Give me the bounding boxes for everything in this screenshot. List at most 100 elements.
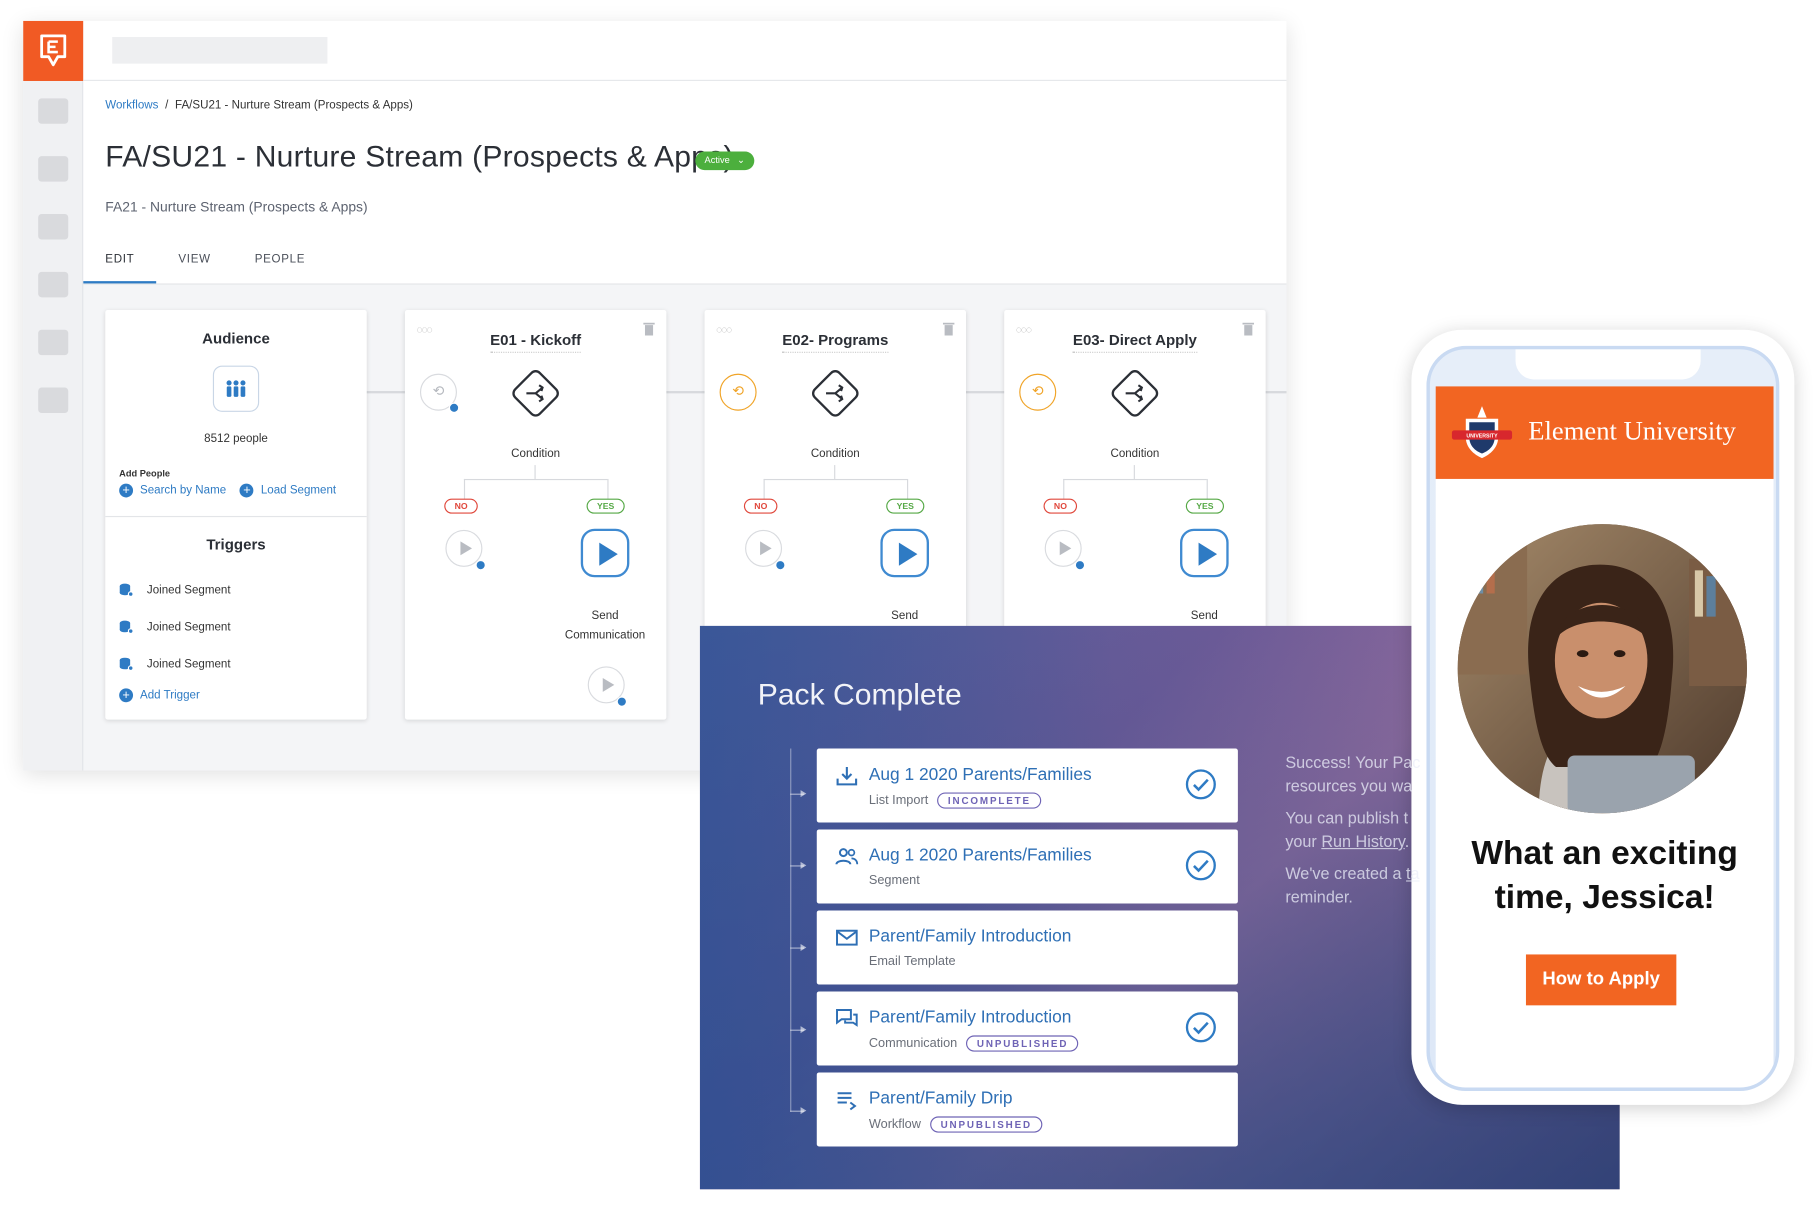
trigger-item[interactable]: Joined Segment <box>119 657 231 672</box>
sidebar-nav-item[interactable] <box>37 214 68 240</box>
pack-item[interactable]: Aug 1 2020 Parents/Families Segment <box>816 829 1238 904</box>
database-icon <box>119 620 134 634</box>
sidebar-nav-item[interactable] <box>37 156 68 182</box>
delay-timer-button[interactable]: ⟲ <box>1019 373 1057 411</box>
svg-text:UNIVERSITY: UNIVERSITY <box>1466 433 1498 439</box>
yes-branch-pill[interactable]: YES <box>886 498 925 514</box>
list-icon <box>837 1092 857 1111</box>
condition-node[interactable] <box>1107 366 1163 422</box>
sidebar-nav-item[interactable] <box>37 98 68 124</box>
greeting-text: What an exciting time, Jessica! <box>1436 832 1774 920</box>
pack-item[interactable]: Aug 1 2020 Parents/Families List Import … <box>816 748 1238 823</box>
branch-line <box>1206 478 1208 500</box>
task-link[interactable]: ta <box>1406 864 1420 883</box>
branch-line <box>607 478 609 500</box>
play-icon <box>460 541 473 556</box>
sidebar-nav-item[interactable] <box>37 387 68 414</box>
play-icon <box>599 542 618 566</box>
add-dot-icon[interactable] <box>616 696 628 707</box>
timeline-arrow <box>790 861 807 869</box>
delay-timer-button[interactable]: ⟲ <box>719 373 757 411</box>
yes-branch-pill[interactable]: YES <box>586 498 625 514</box>
trigger-label: Joined Segment <box>146 657 231 671</box>
tab-view[interactable]: VIEW <box>156 239 232 283</box>
success-message: Success! Your Pac resources you wa <box>1285 753 1421 795</box>
greeting-line-2: time, Jessica! <box>1494 879 1715 917</box>
search-by-name-link[interactable]: + Search by Name <box>119 483 226 498</box>
load-segment-link[interactable]: + Load Segment <box>240 483 336 498</box>
play-icon <box>602 677 615 692</box>
pack-item[interactable]: Parent/Family Drip Workflow UNPUBLISHED <box>816 1072 1238 1147</box>
pack-item-title[interactable]: Aug 1 2020 Parents/Families <box>869 765 1092 785</box>
condition-label: Condition <box>511 447 561 461</box>
breadcrumb-current: FA/SU21 - Nurture Stream (Prospects & Ap… <box>175 99 413 113</box>
people-count: 8512 people <box>204 432 268 446</box>
publish-message: You can publish t your Run History. <box>1285 808 1410 851</box>
trigger-item[interactable]: Joined Segment <box>119 620 231 634</box>
send-action-play-button[interactable] <box>880 528 929 578</box>
how-to-apply-button[interactable]: How to Apply <box>1525 954 1677 1006</box>
run-history-link[interactable]: Run History <box>1321 832 1404 851</box>
email-header: UNIVERSITY Element University <box>1435 386 1774 479</box>
database-icon <box>119 657 134 672</box>
send-action-play-button[interactable] <box>1180 528 1229 578</box>
workflow-step-card[interactable]: ◌◌◌ E03- Direct Apply ⟲ Condition NO YES <box>1004 310 1266 658</box>
scene: Workflows / FA/SU21 - Nurture Stream (Pr… <box>0 0 1814 1215</box>
branch-diamond-icon <box>1111 370 1159 417</box>
sidebar-nav-item[interactable] <box>37 329 68 356</box>
audience-title: Audience <box>202 329 270 348</box>
portrait-illustration <box>1457 524 1747 814</box>
pack-item[interactable]: Parent/Family Introduction Communication… <box>816 991 1238 1066</box>
condition-node[interactable] <box>808 366 864 422</box>
timeline-line <box>790 748 792 1112</box>
send-label: Send <box>1190 609 1218 623</box>
add-dot-icon[interactable] <box>1074 559 1086 571</box>
pack-item-title[interactable]: Parent/Family Introduction <box>869 1008 1072 1028</box>
add-dot-icon[interactable] <box>475 559 486 571</box>
envelope-icon <box>836 929 858 946</box>
status-dropdown[interactable]: Active ⌄ <box>695 151 754 171</box>
audience-people-icon[interactable] <box>212 365 260 412</box>
branch-diamond-icon <box>512 370 559 417</box>
pack-item-title[interactable]: Parent/Family Introduction <box>869 927 1072 947</box>
reminder-message: We've created a ta reminder. <box>1285 864 1420 906</box>
condition-label: Condition <box>1110 447 1160 461</box>
timeline-arrow <box>790 1026 807 1034</box>
audience-card: Audience 8512 people Add People + Search … <box>105 310 367 720</box>
sidebar-nav-item[interactable] <box>37 271 68 298</box>
pack-item[interactable]: Parent/Family Introduction Email Templat… <box>816 910 1238 985</box>
workflow-step-card[interactable]: ◌◌◌ E01 - Kickoff ⟲ Condition NO YES Sen… <box>404 310 667 720</box>
add-trigger-link[interactable]: + Add Trigger <box>119 688 200 703</box>
step-title: E03- Direct Apply <box>1004 330 1265 353</box>
no-branch-pill[interactable]: NO <box>1043 498 1078 514</box>
tab-edit[interactable]: EDIT <box>83 239 157 284</box>
no-branch-pill[interactable]: NO <box>743 498 778 514</box>
pack-item-title[interactable]: Aug 1 2020 Parents/Families <box>869 846 1092 866</box>
add-dot-icon[interactable] <box>448 402 460 414</box>
send-label: Send <box>891 609 919 623</box>
no-branch-pill[interactable]: NO <box>444 498 479 514</box>
condition-label: Condition <box>810 447 860 461</box>
plus-icon: + <box>119 483 134 498</box>
branch-line <box>763 478 765 500</box>
tab-people[interactable]: PEOPLE <box>233 239 327 283</box>
pack-item-meta: Segment <box>869 873 920 887</box>
status-label: Active <box>704 155 730 166</box>
app-sidebar <box>23 20 84 771</box>
search-input[interactable] <box>112 37 328 64</box>
trigger-item[interactable]: Joined Segment <box>119 583 231 597</box>
condition-node[interactable] <box>508 366 564 422</box>
add-people-label: Add People <box>119 468 171 479</box>
pack-item-title[interactable]: Parent/Family Drip <box>869 1089 1013 1109</box>
yes-branch-pill[interactable]: YES <box>1185 498 1225 514</box>
breadcrumb-link-workflows[interactable]: Workflows <box>105 99 158 112</box>
send-action-play-button[interactable] <box>580 528 630 578</box>
workflow-step-card[interactable]: ◌◌◌ E02- Programs ⟲ Condition NO YES Sen… <box>704 310 967 658</box>
app-logo[interactable] <box>23 20 84 81</box>
clock-icon: ⟲ <box>1031 382 1044 400</box>
page-subtitle: FA21 - Nurture Stream (Prospects & Apps) <box>105 198 368 216</box>
timeline-arrow <box>790 944 807 951</box>
branch-line <box>1133 465 1135 479</box>
add-dot-icon[interactable] <box>775 559 786 571</box>
triggers-title: Triggers <box>206 535 266 553</box>
